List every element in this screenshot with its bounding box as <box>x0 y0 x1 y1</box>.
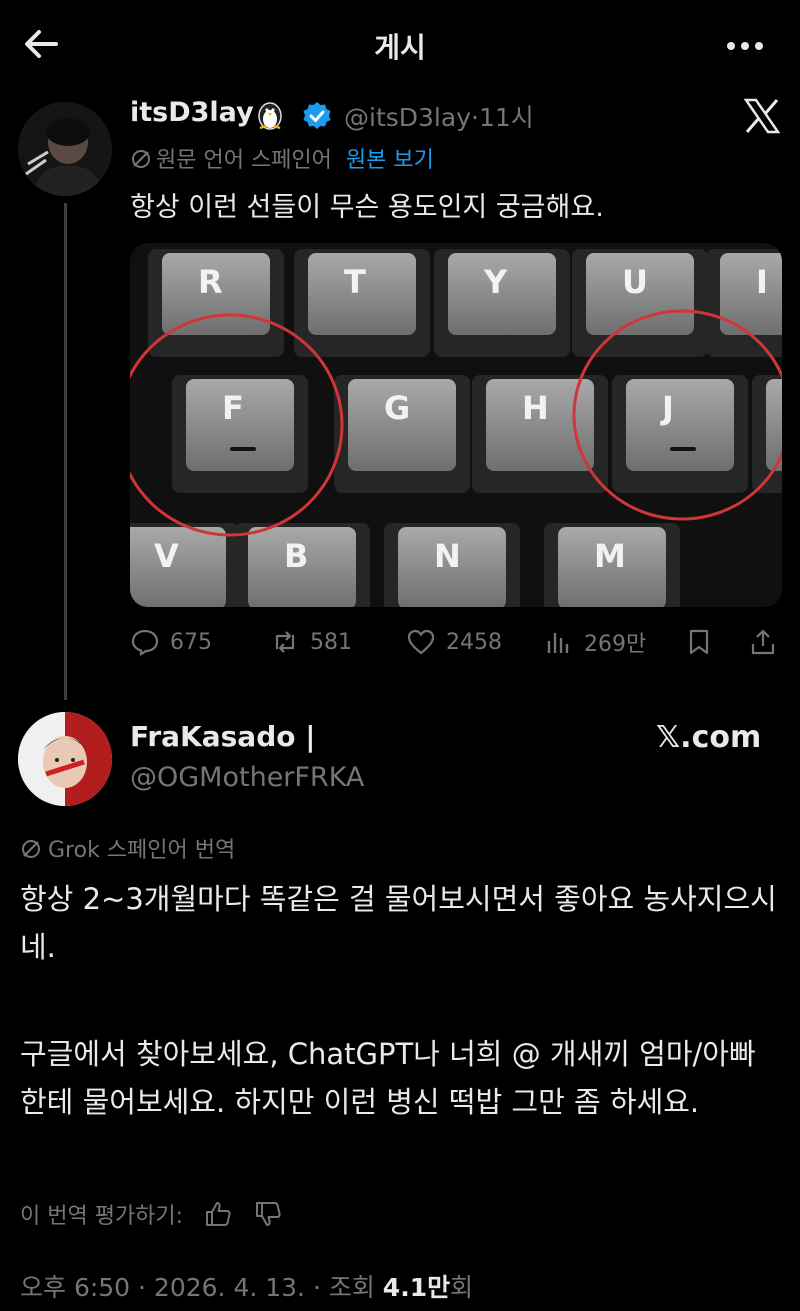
user-photo-icon <box>18 102 112 196</box>
key-h: H <box>472 375 608 493</box>
verified-badge-icon <box>303 102 331 129</box>
share-button[interactable] <box>748 620 788 664</box>
analytics-icon <box>547 633 569 653</box>
key-f: F <box>172 375 308 493</box>
key-m: M <box>544 523 680 607</box>
thumbs-down-icon[interactable] <box>253 1199 283 1229</box>
key-label: V <box>154 537 179 575</box>
share-icon <box>751 629 775 655</box>
key-label: N <box>434 537 461 575</box>
view-count-suffix: 회 <box>450 1273 474 1302</box>
key-label: Y <box>483 263 508 301</box>
heart-icon <box>407 629 435 655</box>
translate-icon <box>22 840 40 858</box>
key-r: R <box>148 249 284 357</box>
post-image[interactable]: R T Y U I F G H J C V B N M <box>130 243 782 607</box>
rate-translation: 이 번역 평가하기: <box>20 1198 283 1230</box>
home-row-bump <box>670 447 696 451</box>
source-label: 𝕏.com <box>656 720 762 755</box>
translation-note: 원문 언어 스페인어 원본 보기 <box>130 142 434 174</box>
key-label: U <box>622 263 648 301</box>
post-meta: 오후 6:50 · 2026. 4. 13. · 조회 4.1만회 <box>20 1268 473 1304</box>
translate-icon <box>132 150 150 168</box>
key-label: M <box>594 537 626 575</box>
key-label: H <box>522 389 549 427</box>
key-label: J <box>660 389 674 427</box>
bookmark-icon <box>689 629 709 655</box>
user-handle[interactable]: @OGMotherFRKA <box>130 762 364 793</box>
views-button[interactable]: 269만 <box>544 620 646 664</box>
avatar[interactable] <box>18 712 112 806</box>
key-u: U <box>572 249 708 357</box>
key-b: B <box>234 523 370 607</box>
home-row-bump <box>230 447 256 451</box>
repost-count: 581 <box>310 629 352 655</box>
bookmark-button[interactable] <box>684 620 724 664</box>
key-label: R <box>198 263 223 301</box>
key-c: C <box>752 375 782 493</box>
key-label: G <box>384 389 410 427</box>
key-t: T <box>294 249 430 357</box>
repost-button[interactable]: 581 <box>270 620 352 664</box>
reply-button[interactable]: 675 <box>130 620 212 664</box>
key-label: F <box>222 389 244 427</box>
like-count: 2458 <box>446 629 502 655</box>
user-photo-icon <box>18 712 112 806</box>
post-time[interactable]: 11시 <box>479 103 534 132</box>
timestamp: 오후 6:50 · 2026. 4. 13. · 조회 <box>20 1273 375 1302</box>
rate-translation-label: 이 번역 평가하기: <box>20 1204 184 1229</box>
action-bar: 675 581 2458 269만 <box>130 620 782 664</box>
translation-note: Grok 스페인어 번역 <box>20 832 235 864</box>
display-name[interactable]: itsD3lay <box>130 97 254 128</box>
like-button[interactable]: 2458 <box>406 620 502 664</box>
thumbs-up-icon[interactable] <box>203 1199 233 1229</box>
more-options-icon[interactable] <box>720 26 770 66</box>
key-n: N <box>384 523 520 607</box>
separator: · <box>471 103 479 132</box>
x-logo-icon <box>743 98 781 134</box>
thread-line <box>64 203 67 700</box>
page-title: 게시 <box>374 31 426 64</box>
key-label: B <box>284 537 308 575</box>
repost-icon <box>275 631 295 653</box>
grok-translation-label: Grok 스페인어 번역 <box>48 838 236 863</box>
reply-text-paragraph-1: 항상 2~3개월마다 똑같은 걸 물어보시면서 좋아요 농사지으시네. <box>20 882 777 964</box>
view-original-link[interactable]: 원본 보기 <box>346 148 434 173</box>
key-label: T <box>344 263 366 301</box>
key-label: I <box>756 263 768 301</box>
post-text: 항상 이런 선들이 무슨 용도인지 궁금해요. <box>130 192 604 223</box>
key-j: J <box>612 375 748 493</box>
handle-and-time: @itsD3lay·11시 <box>344 98 534 134</box>
view-count: 269만 <box>584 632 647 657</box>
top-bar: 게시 <box>0 0 800 92</box>
reply-count: 675 <box>170 629 212 655</box>
penguin-emoji-icon <box>258 102 282 130</box>
keyboard-photo: R T Y U I F G H J C V B N M <box>130 243 782 607</box>
key-i: I <box>706 249 782 357</box>
reply-icon <box>131 629 159 656</box>
display-name[interactable]: FraKasado | <box>130 720 315 753</box>
translation-language: 원문 언어 스페인어 <box>156 148 332 173</box>
user-handle[interactable]: @itsD3lay <box>344 103 471 132</box>
reply-text-paragraph-2: 구글에서 찾아보세요, ChatGPT나 너희 @ 개새끼 엄마/아빠한테 물어… <box>20 1037 756 1119</box>
avatar[interactable] <box>18 102 112 196</box>
key-y: Y <box>434 249 570 357</box>
key-g: G <box>334 375 470 493</box>
view-count: 4.1만 <box>382 1273 451 1302</box>
